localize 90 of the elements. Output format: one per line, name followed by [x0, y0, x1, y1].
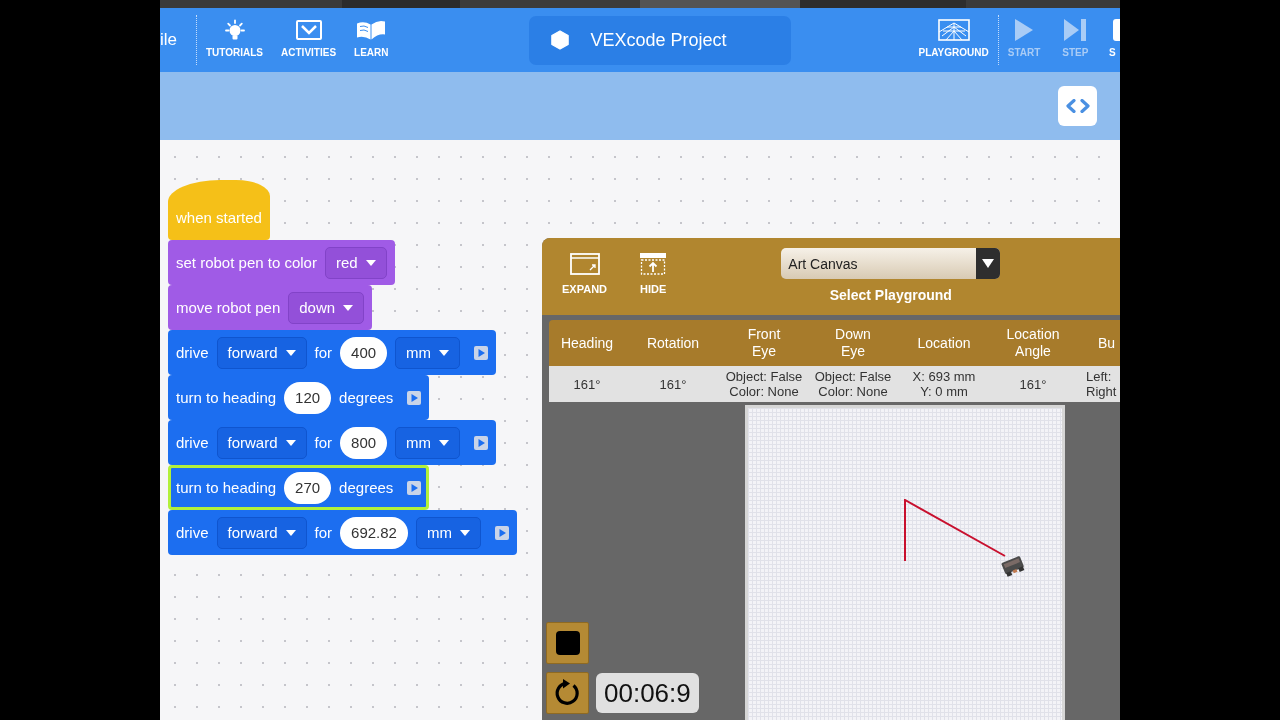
code-block[interactable]: drive forward for 692.82 mm [168, 510, 517, 555]
block-label: for [314, 343, 333, 362]
table-cell: 161° [1019, 376, 1047, 392]
code-block[interactable]: turn to heading 120 degrees [168, 375, 430, 420]
reset-button[interactable] [546, 672, 589, 714]
number-input[interactable]: 120 [284, 381, 332, 414]
column-header: Location Angle [1005, 326, 1061, 360]
caret-icon [365, 259, 376, 266]
expand-icon [569, 253, 600, 275]
play-icon [1015, 19, 1033, 41]
playground-dropdown[interactable]: Art Canvas [781, 248, 1001, 279]
check-box-icon [295, 19, 322, 41]
table-cell: Object: False Color: None [814, 369, 892, 399]
number-input[interactable]: 270 [284, 471, 332, 504]
column-header: Rotation [646, 334, 700, 352]
block-label: turn to heading [176, 478, 277, 497]
step-icon [1064, 19, 1087, 41]
block-label: degrees [339, 478, 394, 497]
column-header: Front Eye [746, 326, 782, 360]
block-dropdown[interactable]: mm [395, 426, 461, 459]
code-block[interactable]: turn to heading 270 degrees [168, 465, 430, 510]
number-input[interactable]: 800 [340, 426, 388, 459]
caret-icon [285, 529, 296, 536]
play-icon[interactable] [474, 345, 489, 360]
project-title-button[interactable]: VEXcode Project [528, 15, 791, 65]
block-label: degrees [339, 388, 394, 407]
learn-button[interactable]: LEARN [345, 19, 398, 61]
block-label: for [314, 523, 333, 542]
block-dropdown[interactable]: forward [216, 516, 307, 549]
table-cell: Left: Right [1086, 369, 1117, 399]
block-label: when started [176, 209, 262, 227]
menu-button[interactable]: ile [160, 8, 196, 72]
timer-display: 00:06:9 [596, 673, 699, 713]
play-icon[interactable] [494, 525, 509, 540]
caret-icon [459, 529, 470, 536]
play-icon[interactable] [407, 480, 422, 495]
hide-button[interactable]: HIDE [634, 253, 673, 296]
column-header: Location [917, 334, 971, 352]
stop-icon [1113, 19, 1120, 41]
caret-icon [285, 349, 296, 356]
stop-button[interactable] [546, 622, 589, 664]
code-icon [1065, 99, 1090, 113]
column-header: Down Eye [834, 326, 872, 360]
block-label: set robot pen to color [176, 253, 317, 272]
table-cell: Object: False Color: None [725, 369, 803, 399]
table-cell: 161° [573, 376, 601, 392]
block-label: for [314, 433, 333, 452]
code-block[interactable]: drive forward for 800 mm [168, 420, 497, 465]
number-input[interactable]: 692.82 [340, 516, 408, 549]
play-icon[interactable] [407, 390, 422, 405]
code-block[interactable]: move robot pen down [168, 285, 373, 330]
book-icon [356, 19, 387, 41]
robot-icon [999, 554, 1027, 578]
code-block[interactable]: drive forward for 400 mm [168, 330, 497, 375]
block-dropdown[interactable]: red [324, 246, 387, 279]
block-label: move robot pen [176, 298, 281, 317]
block-dropdown[interactable]: forward [216, 336, 307, 369]
block-label: drive [176, 343, 209, 362]
caret-icon [439, 349, 450, 356]
lightbulb-icon [224, 19, 245, 41]
dropdown-label: Select Playground [829, 287, 952, 304]
block-label: drive [176, 523, 209, 542]
tutorials-button[interactable]: TUTORIALS [197, 19, 273, 61]
number-input[interactable]: 400 [340, 336, 388, 369]
caret-icon [285, 439, 296, 446]
table-cell: 161° [659, 376, 687, 392]
code-view-button[interactable] [1058, 86, 1097, 126]
caret-icon [439, 439, 450, 446]
stop-button[interactable]: S [1109, 19, 1120, 61]
hexagon-icon [550, 30, 569, 50]
grid-icon [937, 19, 970, 41]
hide-icon [640, 253, 667, 275]
caret-icon [343, 304, 354, 311]
block-dropdown[interactable]: forward [216, 426, 307, 459]
block-label: drive [176, 433, 209, 452]
play-icon[interactable] [474, 435, 489, 450]
block-dropdown[interactable]: down [288, 291, 365, 324]
stop-icon [555, 631, 580, 655]
reset-icon [553, 679, 582, 707]
table-cell: X: 693 mm Y: 0 mm [912, 369, 976, 399]
column-header: Bu [1098, 334, 1116, 352]
block-dropdown[interactable]: mm [415, 516, 481, 549]
column-header: Heading [560, 334, 614, 352]
expand-button[interactable]: EXPAND [556, 253, 614, 296]
caret-icon [976, 248, 1001, 279]
activities-button[interactable]: ACTIVITIES [272, 19, 346, 61]
block-dropdown[interactable]: mm [395, 336, 461, 369]
block-label: turn to heading [176, 388, 277, 407]
code-block[interactable]: set robot pen to color red [168, 240, 395, 285]
playground-button[interactable]: PLAYGROUND [912, 19, 995, 61]
